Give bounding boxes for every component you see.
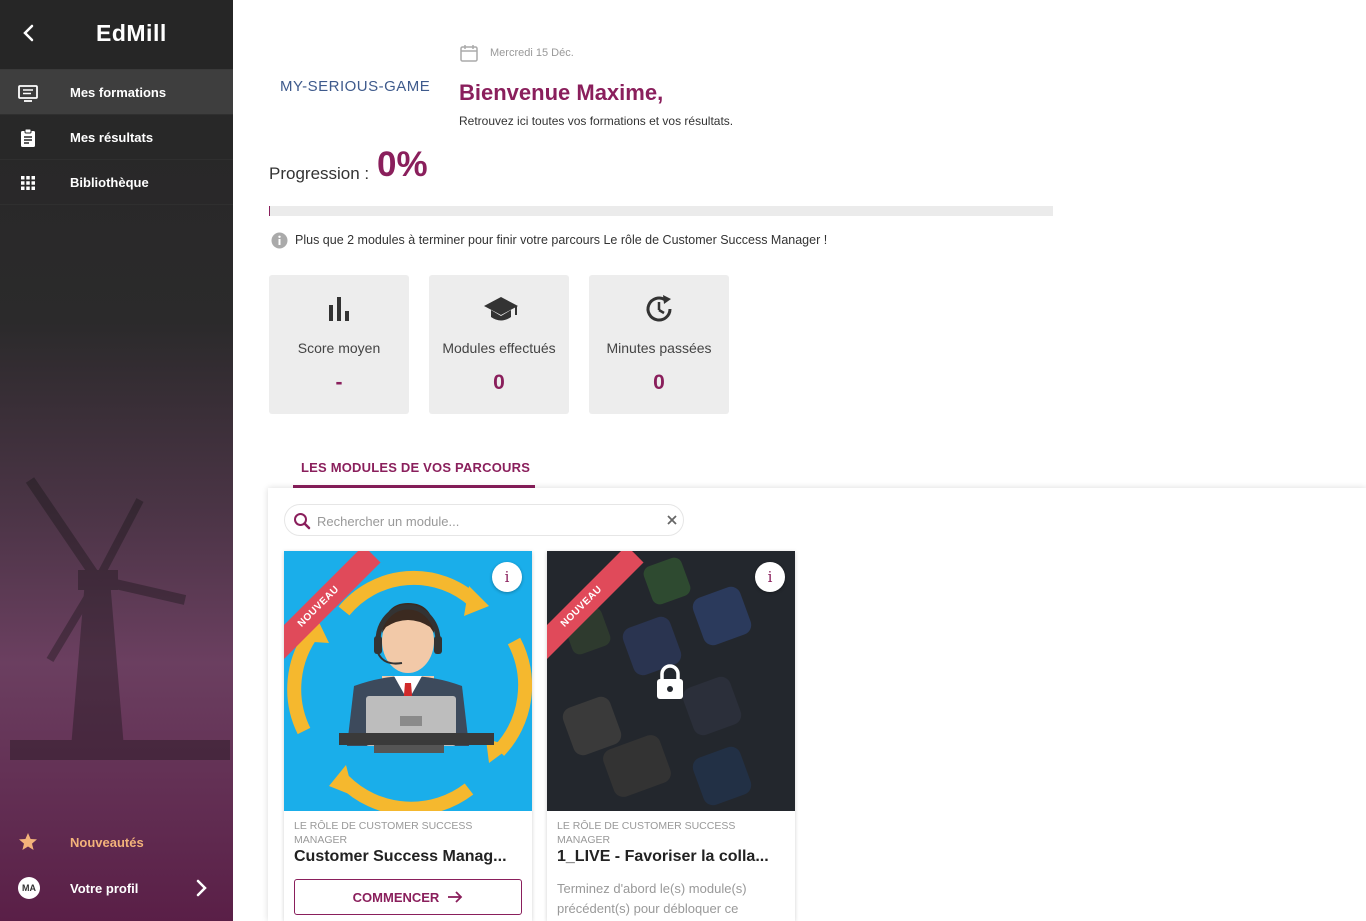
module-card[interactable]: NOUVEAU i LE RÔLE DE CUSTOMER SUCCESS MA… xyxy=(547,551,795,921)
module-locked-description: Terminez d'abord le(s) module(s) précéde… xyxy=(557,881,747,916)
sidebar: EdMill Mes formations Mes résultats Bibl… xyxy=(0,0,233,921)
start-button[interactable]: COMMENCER xyxy=(294,879,522,915)
courses-icon xyxy=(18,85,38,102)
welcome-subtitle: Retrouvez ici toutes vos formations et v… xyxy=(459,114,734,128)
calendar-icon xyxy=(460,45,478,62)
stat-card-modules: Modules effectués 0 xyxy=(429,275,569,414)
sidebar-item-nouveautes[interactable]: Nouveautés xyxy=(0,820,233,864)
module-info-button[interactable]: i xyxy=(755,562,785,592)
back-icon[interactable] xyxy=(18,22,40,44)
avatar: MA xyxy=(18,877,40,899)
progress-bar-fill xyxy=(269,206,270,216)
progress-value: 0% xyxy=(377,145,428,184)
sidebar-item-profile[interactable]: MA Votre profil xyxy=(0,866,233,910)
progress-label: Progression : xyxy=(269,164,370,183)
stat-value: 0 xyxy=(493,371,505,394)
module-title: Customer Success Manag... xyxy=(294,848,507,865)
stat-card-score: Score moyen - xyxy=(269,275,409,414)
app-logo: EdMill xyxy=(96,20,167,46)
module-category: LE RÔLE DE CUSTOMER SUCCESS MANAGER xyxy=(557,820,736,846)
current-date: Mercredi 15 Déc. xyxy=(490,47,574,59)
sidebar-header: EdMill xyxy=(0,0,233,70)
welcome-title: Bienvenue Maxime, xyxy=(459,80,664,105)
module-card[interactable]: NOUVEAU i LE RÔLE DE CUSTOMER SUCCESS MA… xyxy=(284,551,532,921)
sidebar-item-label: Bibliothèque xyxy=(70,174,149,190)
sidebar-item-mes-formations[interactable]: Mes formations xyxy=(0,70,233,115)
search-icon xyxy=(294,513,311,530)
windmill-background-image xyxy=(10,477,230,760)
tab-label: LES MODULES DE VOS PARCOURS xyxy=(301,460,531,475)
stat-value: - xyxy=(335,371,343,394)
tab-modules-parcours[interactable]: LES MODULES DE VOS PARCOURS xyxy=(293,450,535,488)
module-search xyxy=(284,504,684,536)
progress-info-text: Plus que 2 modules à terminer pour finir… xyxy=(295,233,828,247)
star-icon xyxy=(19,833,37,850)
clear-icon[interactable] xyxy=(665,513,679,527)
brand-logo: MY-SERIOUS-GAME xyxy=(280,78,431,95)
stat-card-minutes: Minutes passées 0 xyxy=(589,275,729,414)
search-input[interactable] xyxy=(317,511,647,531)
stat-label: Score moyen xyxy=(297,340,381,356)
clipboard-icon xyxy=(21,128,35,147)
sidebar-item-label: Votre profil xyxy=(70,881,139,896)
stat-label: Minutes passées xyxy=(606,340,712,356)
graduation-cap-icon xyxy=(484,297,518,321)
module-thumbnail: NOUVEAU i xyxy=(547,551,795,811)
sidebar-item-bibliotheque[interactable]: Bibliothèque xyxy=(0,160,233,205)
chevron-right-icon xyxy=(196,879,207,897)
clock-history-icon xyxy=(646,295,672,322)
arrow-right-icon xyxy=(448,891,463,903)
module-thumbnail: NOUVEAU i xyxy=(284,551,532,811)
lock-icon xyxy=(657,664,683,699)
module-title: 1_LIVE - Favoriser la colla... xyxy=(557,848,769,865)
module-info-button[interactable]: i xyxy=(492,562,522,592)
module-category: LE RÔLE DE CUSTOMER SUCCESS MANAGER xyxy=(294,820,473,846)
sidebar-item-label: Mes résultats xyxy=(70,129,154,145)
sidebar-item-label: Nouveautés xyxy=(70,835,144,850)
stat-label: Modules effectués xyxy=(442,340,556,356)
sidebar-item-mes-resultats[interactable]: Mes résultats xyxy=(0,115,233,160)
stat-value: 0 xyxy=(653,371,665,394)
info-icon xyxy=(271,232,288,249)
progress-bar xyxy=(269,206,1053,216)
grid-icon xyxy=(21,176,35,190)
start-button-label: COMMENCER xyxy=(352,889,440,905)
sidebar-item-label: Mes formations xyxy=(70,84,167,100)
bar-chart-icon xyxy=(329,297,349,321)
